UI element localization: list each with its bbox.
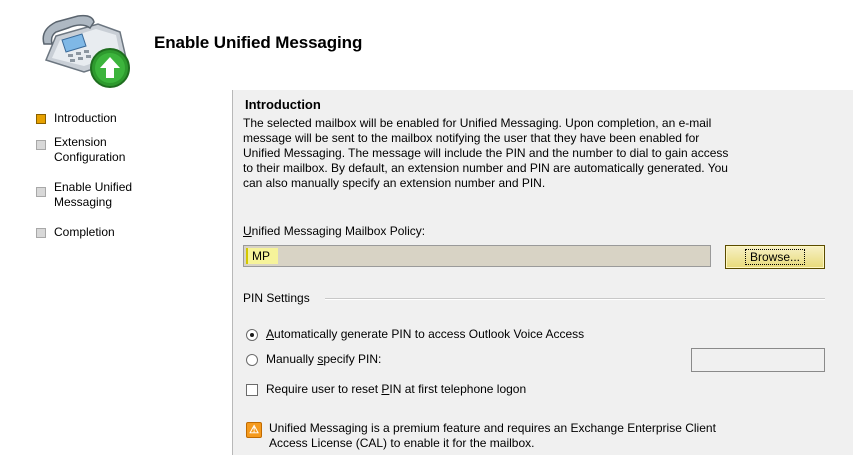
browse-button[interactable]: Browse... bbox=[725, 245, 825, 269]
warning-icon: ⚠ bbox=[246, 422, 262, 438]
step-label: Configuration bbox=[54, 150, 126, 164]
auto-pin-radio[interactable] bbox=[246, 329, 258, 341]
step-indicator-enable-unified-messaging bbox=[36, 187, 46, 197]
manual-pin-label[interactable]: Manually specify PIN: bbox=[266, 352, 381, 366]
reset-pin-label[interactable]: Require user to reset PIN at first telep… bbox=[266, 382, 526, 396]
reset-pin-checkbox[interactable] bbox=[246, 384, 258, 396]
step-label: Extension bbox=[54, 135, 107, 149]
description-line: message will be sent to the mailbox noti… bbox=[243, 131, 700, 145]
wizard-steps: Introduction Extension Configuration Ena… bbox=[0, 90, 232, 455]
warning-text: Unified Messaging is a premium feature a… bbox=[269, 421, 829, 451]
policy-value: MP bbox=[246, 248, 278, 264]
description-line: The selected mailbox will be enabled for… bbox=[243, 116, 712, 130]
description-line: to their mailbox. By default, an extensi… bbox=[243, 161, 728, 175]
auto-pin-label[interactable]: Automatically generate PIN to access Out… bbox=[266, 327, 584, 341]
page-title: Enable Unified Messaging bbox=[154, 33, 363, 52]
pin-settings-label: PIN Settings bbox=[243, 291, 316, 305]
step-label: Enable Unified bbox=[54, 180, 133, 194]
warning-line: Access License (CAL) to enable it for th… bbox=[269, 436, 535, 450]
manual-pin-radio[interactable] bbox=[246, 354, 258, 366]
step-indicator-completion bbox=[36, 228, 46, 238]
step-label: Introduction bbox=[54, 111, 117, 125]
pin-settings-divider bbox=[325, 298, 825, 300]
step-label: Messaging bbox=[54, 195, 113, 209]
step-indicator-extension-configuration bbox=[36, 140, 46, 150]
policy-label: Unified Messaging Mailbox Policy: bbox=[243, 224, 426, 238]
phone-enable-icon bbox=[42, 14, 130, 88]
description-line: can also manually specify an extension n… bbox=[243, 176, 546, 190]
warning-line: Unified Messaging is a premium feature a… bbox=[269, 421, 716, 435]
description-line: Unified Messaging. The message will incl… bbox=[243, 146, 729, 160]
step-indicator-introduction bbox=[36, 114, 46, 124]
browse-button-label: Browse... bbox=[744, 249, 805, 265]
policy-field[interactable]: MP bbox=[243, 245, 711, 267]
manual-pin-input[interactable] bbox=[691, 348, 825, 372]
step-introduction[interactable]: Introduction bbox=[54, 111, 117, 126]
step-completion[interactable]: Completion bbox=[54, 225, 115, 240]
step-label: Completion bbox=[54, 225, 115, 239]
step-enable-unified-messaging[interactable]: Enable Unified Messaging bbox=[54, 180, 132, 210]
step-extension-configuration[interactable]: Extension Configuration bbox=[54, 135, 125, 165]
section-title: Introduction bbox=[245, 97, 321, 112]
description: The selected mailbox will be enabled for… bbox=[243, 116, 823, 191]
wizard-header: Enable Unified Messaging bbox=[0, 0, 853, 90]
main-content: Introduction The selected mailbox will b… bbox=[233, 90, 853, 455]
